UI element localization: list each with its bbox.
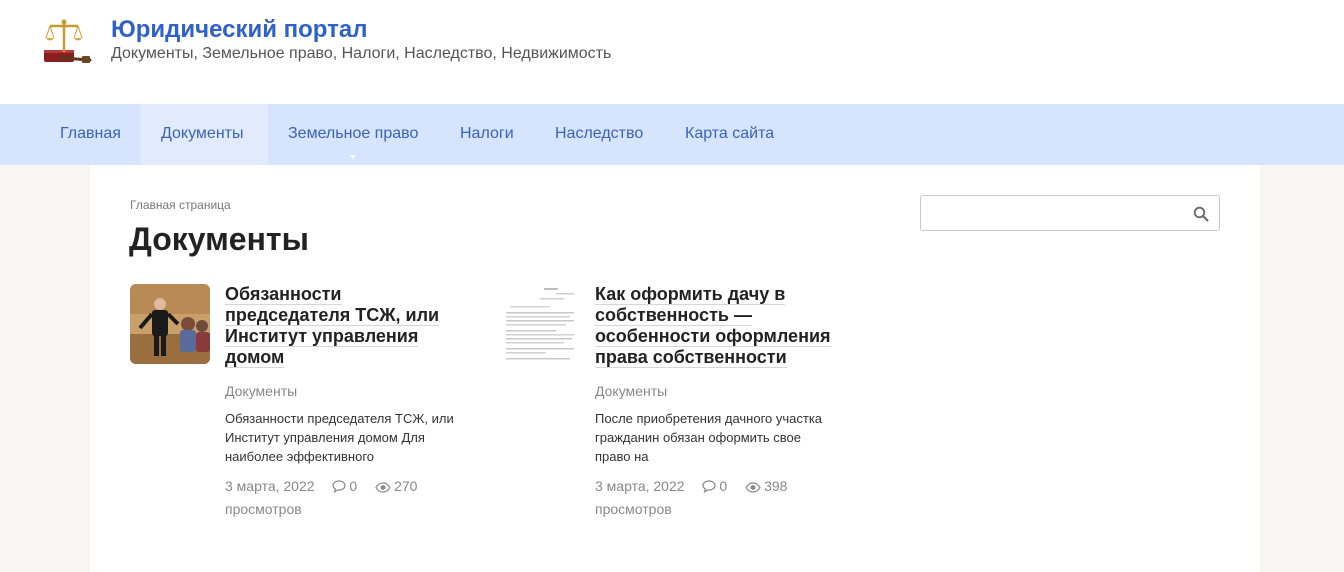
post-views: 270 [375, 475, 417, 498]
post-date: 3 марта, 2022 [595, 478, 685, 494]
submenu-caret-icon [350, 155, 357, 159]
post-title: Обязанности председателя ТСЖ, или Инстит… [225, 284, 440, 368]
eye-icon [745, 482, 761, 493]
post-comments-count: 0 [719, 478, 728, 494]
post-body: Как оформить дачу в собственность — особ… [595, 284, 840, 521]
main-content: Главная страница Документы Обязанности п… [90, 165, 1260, 572]
site-header: Юридический портал Документы, Земельное … [0, 0, 1344, 104]
post-excerpt: После приобретения дачного участка гражд… [595, 411, 823, 464]
post-meta: 3 марта, 2022 0 270 просмотров [225, 475, 460, 521]
comment-icon [332, 480, 347, 493]
eye-icon [375, 482, 391, 493]
scales-of-justice-logo[interactable] [38, 16, 94, 68]
post-comments[interactable]: 0 [332, 475, 357, 498]
nav-item-taxes[interactable]: Налоги [440, 104, 534, 165]
post-comments[interactable]: 0 [702, 475, 727, 498]
comment-icon [702, 480, 717, 493]
post-category[interactable]: Документы [595, 383, 840, 399]
post-views: 398 [745, 475, 787, 498]
search-icon[interactable] [1193, 206, 1209, 222]
search-input[interactable] [921, 196, 1183, 230]
nav-item-land-law[interactable]: Земельное право [268, 104, 438, 165]
post-views-count: 398 [764, 478, 788, 494]
nav-item-land-law-label: Земельное право [288, 125, 419, 142]
post-category[interactable]: Документы [225, 383, 470, 399]
breadcrumb[interactable]: Главная страница [130, 198, 231, 212]
post-date: 3 марта, 2022 [225, 478, 315, 494]
post-views-count: 270 [394, 478, 418, 494]
post-views-label: просмотров [595, 501, 672, 517]
post-thumbnail[interactable] [130, 284, 210, 364]
post-thumbnail[interactable] [500, 284, 580, 364]
site-description: Документы, Земельное право, Налоги, Насл… [111, 45, 612, 62]
post-comments-count: 0 [349, 478, 358, 494]
post-title-link[interactable]: Как оформить дачу в собственность — особ… [595, 284, 840, 368]
main-navigation: Главная Документы Земельное право Налоги… [0, 104, 1344, 165]
post-card: Обязанности председателя ТСЖ, или Инстит… [130, 284, 470, 524]
nav-item-home[interactable]: Главная [40, 104, 141, 165]
post-body: Обязанности председателя ТСЖ, или Инстит… [225, 284, 470, 521]
nav-item-inheritance[interactable]: Наследство [535, 104, 663, 165]
post-excerpt: Обязанности председателя ТСЖ, или Инстит… [225, 411, 454, 464]
post-title-link[interactable]: Обязанности председателя ТСЖ, или Инстит… [225, 284, 470, 368]
post-meta: 3 марта, 2022 0 398 просмотров [595, 475, 830, 521]
page-title: Документы [129, 221, 309, 257]
search-box [920, 195, 1220, 231]
nav-item-sitemap[interactable]: Карта сайта [665, 104, 794, 165]
nav-item-documents[interactable]: Документы [141, 104, 268, 165]
post-title: Как оформить дачу в собственность — особ… [595, 284, 831, 368]
site-title[interactable]: Юридический портал [111, 16, 368, 44]
post-views-label: просмотров [225, 501, 302, 517]
post-card: Как оформить дачу в собственность — особ… [500, 284, 840, 524]
